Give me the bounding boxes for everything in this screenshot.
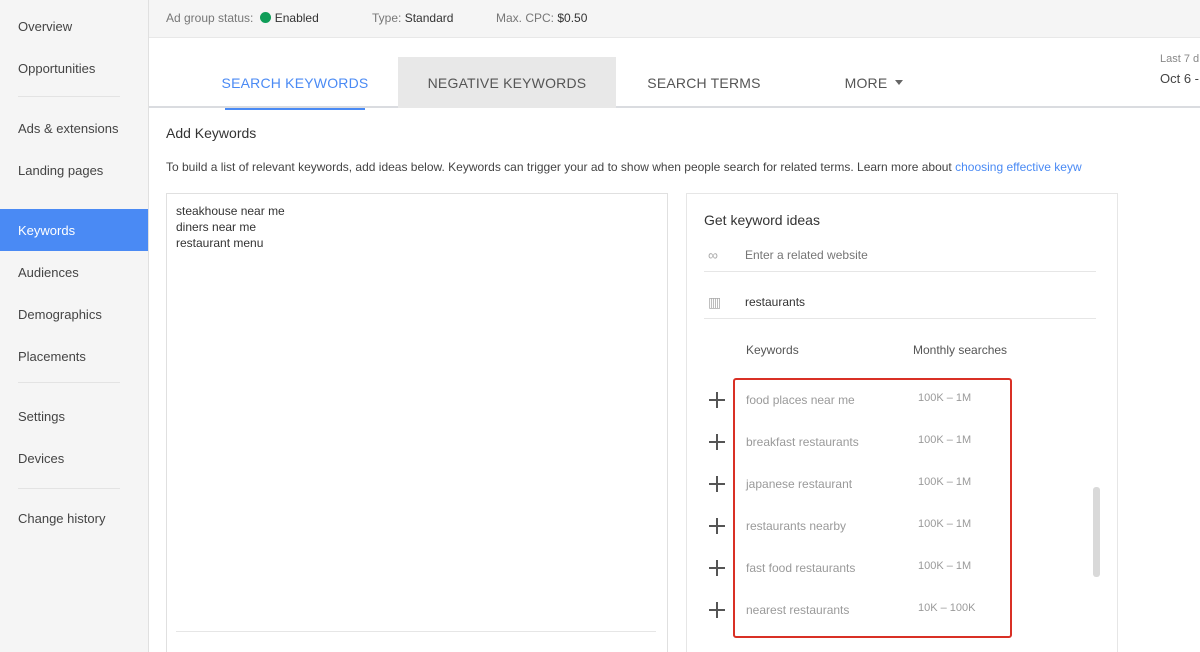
add-keyword-plus-icon[interactable] xyxy=(708,601,726,619)
type-label: Type: xyxy=(372,11,402,25)
ad-group-status: Ad group status: Enabled xyxy=(166,11,319,25)
entered-keyword: diners near me xyxy=(176,220,257,234)
ideas-scrollbar[interactable] xyxy=(1093,487,1100,577)
building-icon: ▥ xyxy=(708,294,722,310)
sidebar-item-settings[interactable]: Settings xyxy=(0,396,148,436)
product-service-input[interactable]: restaurants xyxy=(745,295,1075,309)
add-keyword-plus-icon[interactable] xyxy=(708,559,726,577)
sidebar-divider xyxy=(18,96,120,97)
date-range-picker[interactable]: Oct 6 - xyxy=(1160,71,1199,86)
keywords-textarea[interactable]: steakhouse near me diners near me restau… xyxy=(166,193,668,652)
add-keywords-title: Add Keywords xyxy=(166,125,257,141)
entered-keyword: restaurant menu xyxy=(176,236,264,250)
sidebar-divider xyxy=(18,382,120,383)
column-header-monthly-searches: Monthly searches xyxy=(913,343,1008,357)
add-keywords-description: To build a list of relevant keywords, ad… xyxy=(166,160,1200,174)
link-icon: ∞ xyxy=(708,247,718,263)
sidebar-item-keywords[interactable]: Keywords xyxy=(0,209,148,251)
sidebar-item-change-history[interactable]: Change history xyxy=(0,498,148,538)
tab-negative-keywords[interactable]: NEGATIVE KEYWORDS xyxy=(398,57,616,108)
ad-group-type: Type: Standard xyxy=(372,11,453,25)
add-keyword-plus-icon[interactable] xyxy=(708,517,726,535)
entered-keyword: steakhouse near me xyxy=(176,204,285,218)
sidebar-item-overview[interactable]: Overview xyxy=(0,6,148,46)
add-keyword-plus-icon[interactable] xyxy=(708,433,726,451)
product-service-field: ▥ restaurants xyxy=(704,289,1096,319)
cpc-value: $0.50 xyxy=(557,11,588,25)
related-website-field: ∞ xyxy=(704,242,1096,272)
column-header-keywords: Keywords xyxy=(746,343,799,357)
sidebar-item-audiences[interactable]: Audiences xyxy=(0,252,148,292)
choosing-effective-keywords-link[interactable]: choosing effective keyw xyxy=(955,160,1082,174)
highlight-annotation-box xyxy=(733,378,1012,638)
type-value: Standard xyxy=(404,11,454,25)
add-keyword-plus-icon[interactable] xyxy=(708,391,726,409)
enabled-status-dot-icon xyxy=(259,12,271,23)
status-label: Ad group status: xyxy=(166,11,254,25)
keyword-tabs: SEARCH KEYWORDS NEGATIVE KEYWORDS SEARCH… xyxy=(149,38,1200,110)
tab-more-label: MORE xyxy=(844,74,888,91)
related-website-input[interactable] xyxy=(745,248,1075,262)
max-cpc: Max. CPC: $0.50 xyxy=(496,11,587,25)
dropdown-arrow-icon xyxy=(895,80,904,85)
description-text: To build a list of relevant keywords, ad… xyxy=(166,160,956,174)
status-value: Enabled xyxy=(274,11,319,25)
sidebar: Overview Opportunities Ads & extensions … xyxy=(0,0,149,652)
sidebar-item-placements[interactable]: Placements xyxy=(0,336,148,376)
textarea-divider xyxy=(176,631,656,632)
date-range-label: Last 7 d xyxy=(1160,53,1200,65)
keyword-ideas-title: Get keyword ideas xyxy=(704,212,820,228)
sidebar-item-landing-pages[interactable]: Landing pages xyxy=(0,150,148,190)
tab-search-keywords[interactable]: SEARCH KEYWORDS xyxy=(211,57,379,110)
sidebar-item-devices[interactable]: Devices xyxy=(0,438,148,478)
tab-more[interactable]: MORE xyxy=(829,57,919,108)
sidebar-item-ads-extensions[interactable]: Ads & extensions xyxy=(0,108,148,148)
sidebar-item-opportunities[interactable]: Opportunities xyxy=(0,48,148,88)
sidebar-item-demographics[interactable]: Demographics xyxy=(0,294,148,334)
tab-search-terms[interactable]: SEARCH TERMS xyxy=(635,57,773,108)
ad-group-status-bar: Ad group status: Enabled Type: Standard … xyxy=(149,0,1200,38)
cpc-label: Max. CPC: xyxy=(496,11,555,25)
add-keyword-plus-icon[interactable] xyxy=(708,475,726,493)
sidebar-divider xyxy=(18,488,120,489)
